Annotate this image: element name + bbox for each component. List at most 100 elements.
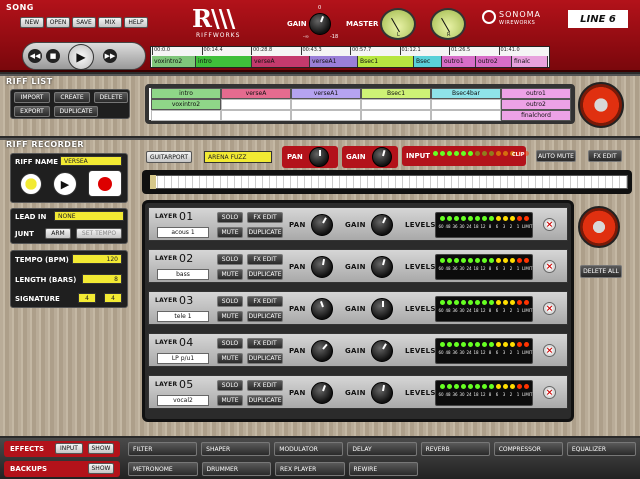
help-button[interactable]: HELP	[124, 17, 148, 28]
import-button[interactable]: IMPORT	[14, 92, 50, 103]
layer-gain-knob[interactable]	[371, 256, 393, 278]
riff-item[interactable]: finalchord	[501, 110, 571, 121]
close-icon[interactable]: ×	[543, 260, 556, 273]
riff-item[interactable]: outro1	[501, 88, 571, 99]
riff-item[interactable]: outro2	[501, 99, 571, 110]
timeline-segment[interactable]: verseA1	[310, 56, 358, 67]
riff-item[interactable]: verseA1	[291, 88, 361, 99]
duplicate-layer-button[interactable]: DUPLICATE	[247, 395, 283, 406]
effect-slot[interactable]: SHAPER	[201, 442, 271, 456]
riff-item[interactable]: Bsec4bar	[431, 88, 501, 99]
timeline-segment[interactable]: outro1	[442, 56, 476, 67]
recorder-playhead[interactable]	[150, 175, 156, 189]
backup-slot[interactable]: DRUMMER	[201, 462, 271, 476]
layer-pan-knob[interactable]	[311, 340, 333, 362]
backup-slot[interactable]: REWIRE	[348, 462, 418, 476]
backup-slot[interactable]: METRONOME	[128, 462, 198, 476]
riff-grid-cells[interactable]: intro voxintro2 verseA verseA1 Bsec1 Bsec4bar…	[151, 88, 571, 121]
effects-show-button[interactable]: SHOW	[88, 443, 114, 454]
fast-forward-icon[interactable]: ▶▶	[103, 49, 117, 63]
recorder-pan-knob[interactable]	[309, 147, 329, 167]
timeline-segment[interactable]: verseA	[252, 56, 310, 67]
riff-grid-empty-cell[interactable]	[291, 99, 361, 110]
solo-button[interactable]: SOLO	[217, 380, 243, 391]
layer-gain-knob[interactable]	[371, 382, 393, 404]
create-button[interactable]: CREATE	[54, 92, 90, 103]
timeline-segment[interactable]: Bsec1	[358, 56, 414, 67]
length-input[interactable]: 8	[82, 274, 122, 284]
record-button[interactable]	[88, 170, 122, 197]
riff-item[interactable]: verseA	[221, 88, 291, 99]
play-icon[interactable]: ▶	[68, 44, 94, 70]
effects-input-button[interactable]: INPUT	[55, 443, 83, 454]
layer-name-input[interactable]: bass	[157, 269, 209, 280]
layer-pan-knob[interactable]	[311, 256, 333, 278]
save-button[interactable]: SAVE	[72, 17, 96, 28]
riff-item[interactable]: Bsec1	[361, 88, 431, 99]
riff-grid-empty-cell[interactable]	[151, 110, 221, 121]
mute-button[interactable]: MUTE	[217, 353, 243, 364]
lead-in-select[interactable]: NONE	[54, 211, 124, 221]
layer-pan-knob[interactable]	[311, 298, 333, 320]
layer-gain-knob[interactable]	[371, 340, 393, 362]
riff-item[interactable]: voxintro2	[151, 99, 221, 110]
timeline-segment[interactable]: finalc	[512, 56, 548, 67]
rewind-icon[interactable]: ◀◀	[28, 49, 42, 63]
new-button[interactable]: NEW	[20, 17, 44, 28]
recorder-fx-edit-button[interactable]: FX EDIT	[588, 150, 622, 162]
fx-edit-button[interactable]: FX EDIT	[247, 212, 283, 223]
arm-button[interactable]: ARM	[45, 228, 71, 239]
preset-select[interactable]: ARENA FUZZ	[204, 151, 272, 163]
layer-name-input[interactable]: vocal2	[157, 395, 209, 406]
effect-slot[interactable]: COMPRESSOR	[493, 442, 563, 456]
record-play-icon[interactable]: ▶	[53, 172, 77, 196]
layer-pan-knob[interactable]	[311, 214, 333, 236]
fx-edit-button[interactable]: FX EDIT	[247, 254, 283, 265]
open-button[interactable]: OPEN	[46, 17, 70, 28]
riff-grid-empty-cell[interactable]	[221, 110, 291, 121]
duplicate-layer-button[interactable]: DUPLICATE	[247, 311, 283, 322]
layer-gain-knob[interactable]	[371, 214, 393, 236]
fx-edit-button[interactable]: FX EDIT	[247, 296, 283, 307]
recorder-timeline[interactable]	[150, 175, 628, 189]
song-timeline-segments[interactable]: voxintro2 intro verseA verseA1 Bsec1 Bsec outr…	[152, 56, 548, 67]
layer-pan-knob[interactable]	[311, 382, 333, 404]
duplicate-layer-button[interactable]: DUPLICATE	[247, 227, 283, 238]
song-gain-knob[interactable]	[309, 13, 331, 35]
effect-slot[interactable]: REVERB	[420, 442, 490, 456]
export-button[interactable]: EXPORT	[14, 106, 50, 117]
solo-button[interactable]: SOLO	[217, 296, 243, 307]
solo-button[interactable]: SOLO	[217, 254, 243, 265]
backup-slot[interactable]: REX PLAYER	[275, 462, 345, 476]
fx-edit-button[interactable]: FX EDIT	[247, 338, 283, 349]
effect-slot[interactable]: MODULATOR	[274, 442, 344, 456]
timeline-segment[interactable]: voxintro2	[152, 56, 196, 67]
duplicate-button[interactable]: DUPLICATE	[54, 106, 98, 117]
mute-button[interactable]: MUTE	[217, 395, 243, 406]
signature-top-input[interactable]: 4	[78, 293, 96, 303]
close-icon[interactable]: ×	[543, 386, 556, 399]
fx-edit-button[interactable]: FX EDIT	[247, 380, 283, 391]
mute-button[interactable]: MUTE	[217, 269, 243, 280]
close-icon[interactable]: ×	[543, 218, 556, 231]
effect-slot[interactable]: DELAY	[347, 442, 417, 456]
timeline-segment[interactable]: intro	[196, 56, 252, 67]
close-icon[interactable]: ×	[543, 344, 556, 357]
layer-name-input[interactable]: LP p/u1	[157, 353, 209, 364]
mute-button[interactable]: MUTE	[217, 311, 243, 322]
riff-grid-empty-cell[interactable]	[221, 99, 291, 110]
solo-button[interactable]: SOLO	[217, 212, 243, 223]
riff-item[interactable]: intro	[151, 88, 221, 99]
duplicate-layer-button[interactable]: DUPLICATE	[247, 353, 283, 364]
riff-grid-empty-cell[interactable]	[291, 110, 361, 121]
layer-name-input[interactable]: acous 1	[157, 227, 209, 238]
solo-button[interactable]: SOLO	[217, 338, 243, 349]
riff-grid-empty-cell[interactable]	[431, 110, 501, 121]
input-device-select[interactable]: GUITARPORT	[146, 151, 192, 163]
tempo-input[interactable]: 120	[72, 254, 122, 264]
mix-button[interactable]: MIX	[98, 17, 122, 28]
riff-name-input[interactable]: VERSEA	[60, 156, 122, 166]
close-icon[interactable]: ×	[543, 302, 556, 315]
effect-slot[interactable]: FILTER	[128, 442, 198, 456]
auto-mute-button[interactable]: AUTO MUTE	[536, 150, 576, 162]
